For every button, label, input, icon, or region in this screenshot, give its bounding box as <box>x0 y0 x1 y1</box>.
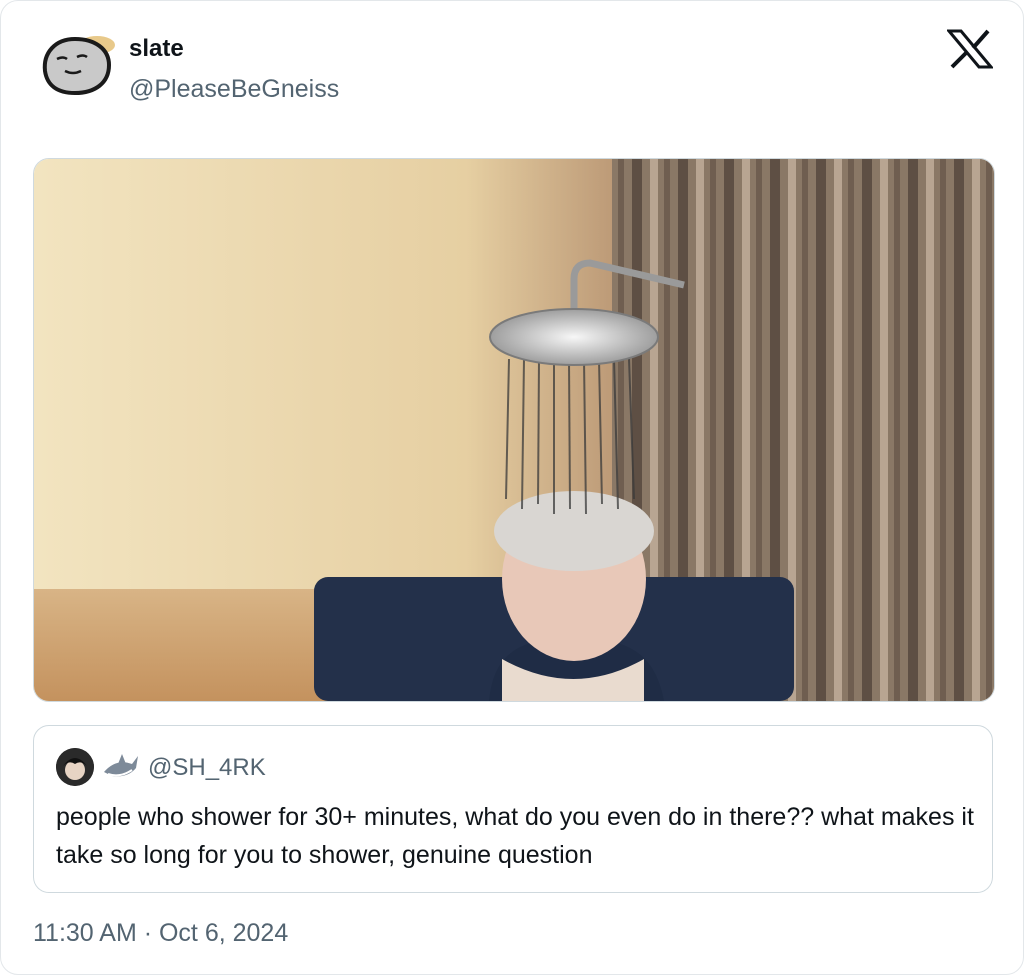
x-logo-icon[interactable] <box>947 29 993 69</box>
quoted-text: people who shower for 30+ minutes, what … <box>56 803 974 869</box>
quoted-avatar[interactable] <box>56 748 94 786</box>
timestamp[interactable]: 11:30 AM · Oct 6, 2024 <box>33 919 288 948</box>
tweet-card: slate @PleaseBeGneiss @SH_4RK people who… <box>0 0 1024 975</box>
shark-icon <box>104 754 138 777</box>
quoted-tweet[interactable]: @SH_4RK people who shower for 30+ minute… <box>33 725 993 893</box>
display-name[interactable]: slate <box>129 35 184 63</box>
user-handle[interactable]: @PleaseBeGneiss <box>129 75 339 104</box>
quoted-handle[interactable]: @SH_4RK <box>148 754 266 782</box>
avatar[interactable] <box>37 31 119 97</box>
media-image[interactable] <box>33 158 995 702</box>
